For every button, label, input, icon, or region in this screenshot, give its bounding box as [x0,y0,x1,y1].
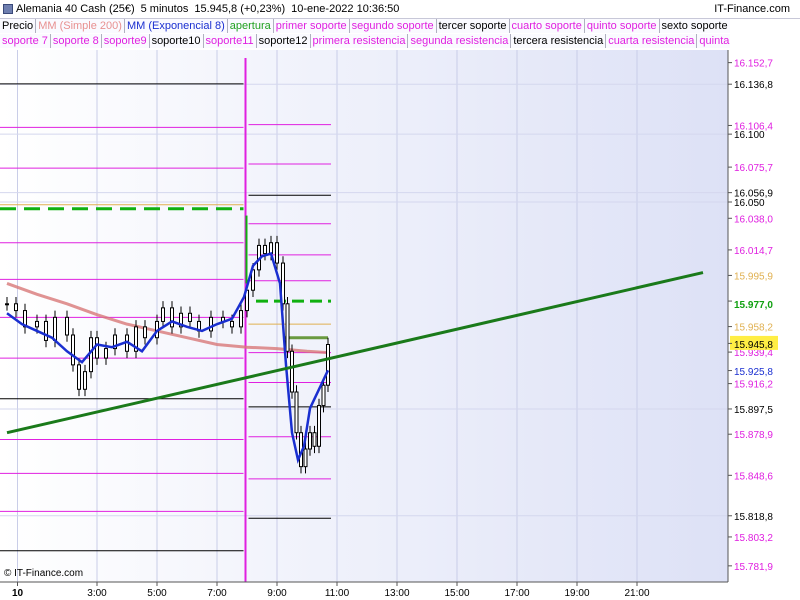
price-body-7 [71,334,75,366]
price-body-0 [5,303,9,306]
price-body-36 [294,391,299,434]
price-body-16 [143,326,147,339]
price-body-26 [239,310,243,328]
copyright-label: © IT-Finance.com [4,568,84,579]
price-body-19 [170,307,174,328]
y-tick-label-3: 16.050 [734,198,765,209]
x-tick-label-5: 11:00 [325,588,350,599]
x-tick-label-9: 19:00 [564,588,589,599]
price-body-39 [308,432,312,450]
price-body-35 [290,350,294,393]
price-body-3 [35,320,39,328]
x-tick-label-8: 17:00 [504,588,529,599]
level-label-11: 15.803,2 [734,533,773,544]
price-body-40 [312,432,317,447]
level-label-3: 16.038,0 [734,214,773,225]
level-label-12: 15.781,9 [734,562,773,573]
plot-area [0,50,728,582]
price-body-6 [65,316,69,336]
price-body-25 [230,320,234,328]
level-label-10: 15.848,6 [734,471,773,482]
price-body-30 [263,244,267,255]
price-chart: 16.136,816.10016.056,916.05015.897,515.8… [0,50,800,600]
price-body-4 [44,320,48,341]
highlight-label-2: 15.925,8 [734,367,773,378]
y-tick-label-5: 15.818,8 [734,512,773,523]
level-label-5: 15.995,9 [734,271,773,282]
price-body-42 [321,384,326,407]
price-body-38 [303,448,308,468]
y-tick-label-4: 15.897,5 [734,405,773,416]
y-tick-label-0: 16.136,8 [734,80,773,91]
price-body-21 [188,312,192,322]
highlight-label-0: 15.977,0 [734,300,773,311]
x-tick-label-0: 10 [12,588,24,599]
price-body-43 [326,344,330,386]
price-body-1 [14,303,18,312]
price-body-5 [53,316,57,341]
price-body-31 [269,242,273,255]
level-label-0: 16.152,7 [734,59,773,70]
level-label-4: 16.014,7 [734,246,773,257]
level-label-9: 15.878,9 [734,430,773,441]
price-body-23 [209,316,213,332]
x-tick-label-3: 7:00 [207,588,227,599]
price-body-12 [104,348,108,359]
x-tick-label-7: 15:00 [444,588,469,599]
price-body-8 [77,364,81,390]
price-body-32 [275,242,279,264]
x-tick-label-2: 5:00 [147,588,167,599]
price-body-9 [83,371,87,390]
price-body-18 [161,307,165,322]
level-label-8: 15.916,2 [734,380,773,391]
level-label-1: 16.106,4 [734,121,773,132]
x-tick-label-1: 3:00 [87,588,107,599]
x-tick-label-10: 21:00 [624,588,649,599]
x-tick-label-4: 9:00 [267,588,287,599]
highlight-label-1: 15.945,8 [734,340,773,351]
level-label-2: 16.075,7 [734,163,773,174]
level-label-6: 15.958,2 [734,323,773,334]
price-body-41 [317,405,321,447]
price-body-11 [95,337,99,359]
x-tick-label-6: 13:00 [384,588,409,599]
price-body-34 [285,303,290,352]
